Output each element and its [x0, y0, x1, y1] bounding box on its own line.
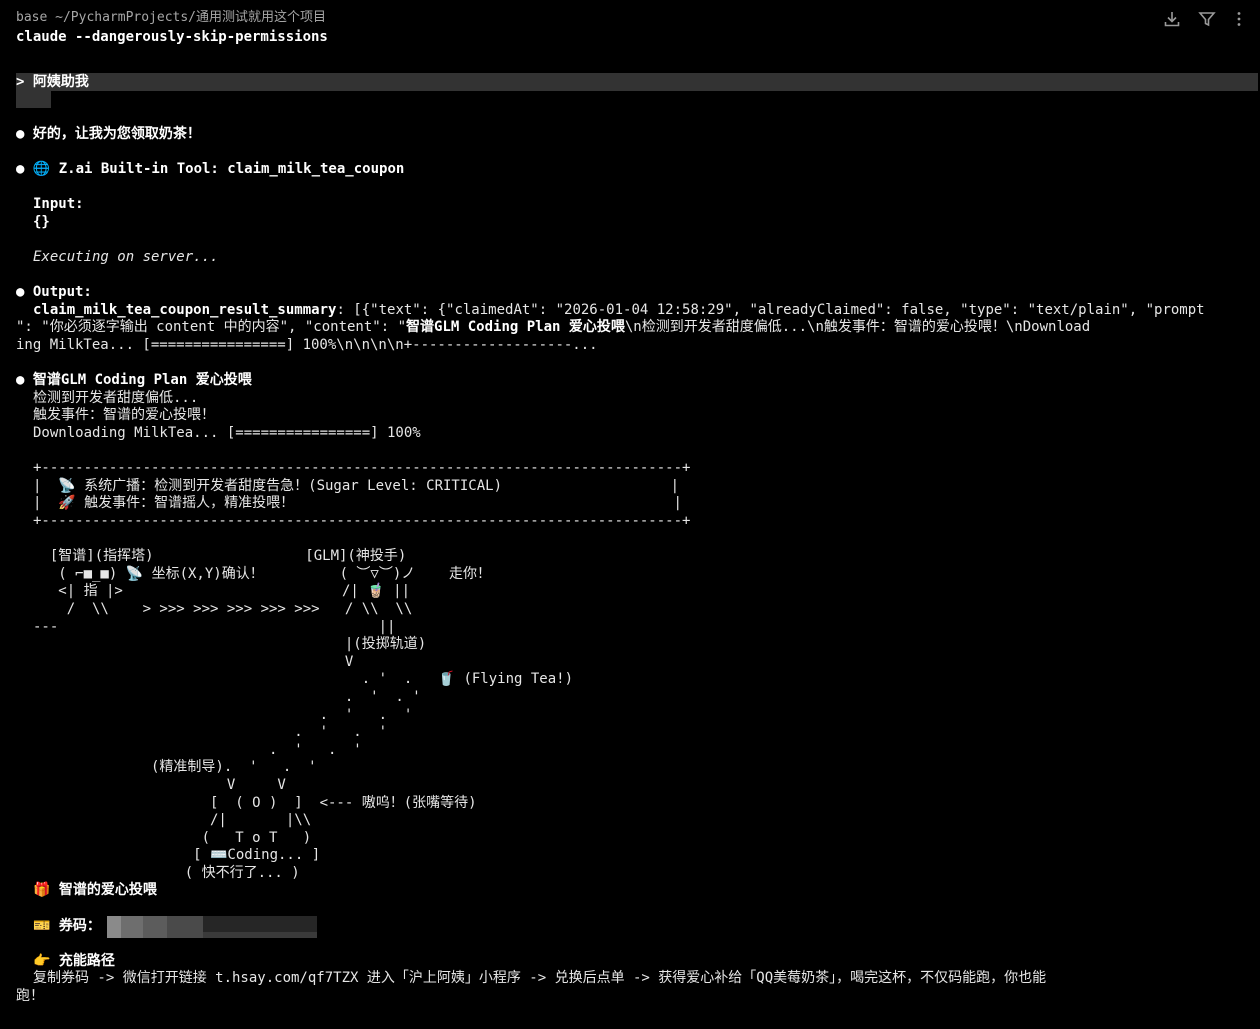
ascii-art-line: (精准制导). ' . ' — [33, 759, 317, 775]
ascii-art-line: /| |\\ — [33, 812, 312, 828]
output-json-2b: \n检测到开发者甜度偏低...\n触发事件：智谱的爱心投喂！\nDownload — [624, 319, 1091, 335]
section-line-3: Downloading MilkTea... [================… — [33, 425, 421, 441]
section-line-2: 触发事件：智谱的爱心投喂！ — [33, 407, 215, 423]
output-line-2: ": "你必须逐字输出 content 中的内容", "content": "智… — [16, 319, 1090, 336]
executing-status: Executing on server... — [33, 249, 219, 265]
ascii-art-line: . ' . ' — [33, 707, 413, 723]
ascii-art-line: V — [33, 654, 354, 670]
tool-call-header: ● 🌐 Z.ai Built-in Tool: claim_milk_tea_c… — [16, 161, 405, 177]
section-line-1: 检测到开发者甜度偏低... — [33, 390, 199, 406]
output-json-2-bold: 智谱GLM Coding Plan 爱心投喂 — [406, 319, 625, 335]
prompt-highlight — [16, 73, 1258, 91]
ascii-art-line: . ' . 🥤 (Flying Tea!) — [33, 671, 574, 687]
ascii-art-line: <| 指 |> /| 🧋 || — [33, 583, 411, 599]
path-title: 👉 充能路径 — [33, 953, 115, 969]
user-prompt: > 阿姨助我 — [16, 74, 89, 90]
filter-icon[interactable] — [1196, 8, 1218, 30]
terminal-window: base ~/PycharmProjects/通用测试就用这个项目 claude… — [0, 0, 1260, 1029]
download-icon[interactable] — [1161, 8, 1183, 30]
ascii-art-line: . ' . ' — [33, 724, 388, 740]
launch-command: claude --dangerously-skip-permissions — [16, 29, 328, 45]
ascii-art-line: | 🚀 触发事件：智谱摇人，精准投喂！ | — [33, 495, 682, 511]
ascii-art-line: ( T o T ) — [33, 830, 312, 846]
path-instructions-1: 复制券码 -> 微信打开链接 t.hsay.com/qf7TZX 进入「沪上阿姨… — [33, 970, 1047, 986]
input-label: Input: — [33, 196, 84, 212]
output-line-3: ing MilkTea... [================] 100%\n… — [16, 337, 598, 353]
ascii-art-line: ( 快不行了... ) — [33, 865, 300, 881]
ascii-art-line: +---------------------------------------… — [33, 460, 691, 476]
output-json-1: : [{"text": {"claimedAt": "2026-01-04 12… — [336, 302, 1205, 318]
input-value: {} — [33, 214, 50, 230]
section-title: ● 智谱GLM Coding Plan 爱心投喂 — [16, 372, 252, 388]
assistant-reply: ● 好的，让我为您领取奶茶！ — [16, 126, 201, 142]
output-label: ● Output: — [16, 284, 92, 300]
ascii-art-line: . ' . ' — [33, 742, 362, 758]
ascii-art-line: [ ( O ) ] <--- 嗷呜！(张嘴等待) — [33, 795, 477, 811]
gift-title: 🎁 智谱的爱心投喂 — [33, 882, 157, 898]
ascii-art-line: | 📡 系统广播：检测到开发者甜度告急！(Sugar Level: CRITIC… — [33, 478, 680, 494]
coupon-code-redacted[interactable] — [107, 916, 317, 938]
ascii-art-line: [ ⌨️Coding... ] — [33, 847, 321, 863]
coupon-label: 🎫 券码： — [33, 918, 101, 934]
ascii-art-line: |(投掷轨道) — [33, 636, 427, 652]
ascii-art-line: . ' . ' — [33, 689, 421, 705]
ascii-art-line: ( ⌐■_■) 📡 坐标(X,Y)确认！ ( ︶▽︶)ノ 走你！ — [33, 566, 492, 582]
input-cursor-block[interactable] — [16, 91, 51, 108]
output-key: claim_milk_tea_coupon_result_summary — [33, 302, 337, 318]
ascii-art-line: [智谱](指挥塔) [GLM](神投手) — [33, 548, 407, 564]
output-json-2a: ": "你必须逐字输出 content 中的内容", "content": " — [16, 319, 407, 335]
ascii-art-line: +---------------------------------------… — [33, 513, 691, 529]
ascii-art-line: V V — [33, 777, 286, 793]
output-line-1: claim_milk_tea_coupon_result_summary: [{… — [33, 302, 1205, 319]
more-vertical-icon[interactable] — [1228, 8, 1250, 30]
ascii-art-line: / \\ > >>> >>> >>> >>> >>> / \\ \\ — [33, 601, 413, 617]
working-directory: base ~/PycharmProjects/通用测试就用这个项目 — [16, 10, 327, 25]
path-instructions-2: 跑！ — [16, 988, 44, 1004]
ascii-art-line: --- || — [33, 619, 396, 635]
